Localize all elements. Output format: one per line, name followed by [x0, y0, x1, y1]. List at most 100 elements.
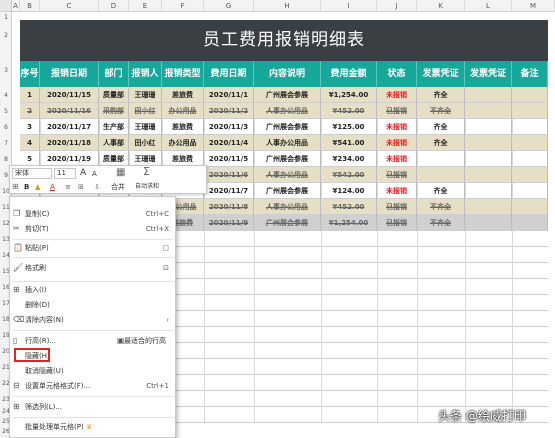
table-cell-amount[interactable]: ¥125.00 — [321, 119, 377, 135]
menu-item-delete[interactable]: 删除(D) — [10, 298, 175, 312]
table-row[interactable]: 4 2020/11/18 人事部 田小红 办公用品 2020/11/4 人事办公用品 ¥541… — [20, 135, 548, 151]
table-cell-fdate[interactable]: 2020/11/1 — [204, 87, 254, 103]
bold-button[interactable]: B — [24, 181, 29, 193]
table-cell-status[interactable]: 未报销 — [377, 183, 417, 199]
col-header-h[interactable]: H — [254, 0, 321, 12]
table-cell-status[interactable]: 未报销 — [377, 151, 417, 167]
table-cell-status[interactable]: 已报销 — [377, 199, 417, 215]
header-cell[interactable]: 报销人 — [129, 61, 162, 87]
menu-item-batch[interactable]: 批量处理单元格(P) ♛ — [10, 420, 175, 434]
font-color-icon[interactable]: A — [50, 181, 55, 193]
autosum-icon[interactable]: Σ — [143, 166, 150, 178]
table-cell-desc[interactable]: 广州展会参展 — [254, 215, 321, 231]
table-cell-status[interactable]: 已报销 — [377, 167, 417, 183]
table-cell-desc[interactable]: 广州展会参展 — [254, 119, 321, 135]
table-cell-blank1[interactable] — [465, 87, 512, 103]
table-cell-amount[interactable]: ¥124.00 — [321, 183, 377, 199]
table-cell-status[interactable]: 已报销 — [377, 103, 417, 119]
table-cell-desc[interactable]: 广州展会参展 — [254, 183, 321, 199]
header-cell[interactable]: 费用日期 — [204, 61, 254, 87]
row-header[interactable]: 3 — [0, 67, 12, 74]
row-header[interactable]: 1 — [0, 14, 12, 21]
shrink-font-button[interactable]: A — [92, 168, 97, 180]
table-cell-type[interactable]: 差旅费 — [162, 87, 204, 103]
table-cell-blank1[interactable] — [465, 199, 512, 215]
col-header-g[interactable]: G — [204, 0, 254, 12]
table-cell-no[interactable]: 3 — [20, 119, 40, 135]
merge-icon[interactable]: ▦ — [116, 167, 125, 179]
table-cell-blank1[interactable] — [465, 215, 512, 231]
table-row[interactable]: 3 2020/11/17 生产部 王珊珊 差旅费 2020/11/3 广州展会参展 ¥125.… — [20, 119, 548, 135]
sheet-title[interactable]: 员工费用报销明细表 — [20, 20, 548, 61]
menu-item-format-cells[interactable]: ⊟ 设置单元格格式(F)... Ctrl+1 — [10, 379, 175, 393]
table-cell-type[interactable]: 办公用品 — [162, 135, 204, 151]
header-cell[interactable]: 报销类型 — [162, 61, 204, 87]
menu-item-copy[interactable]: ❐ 复制(C) Ctrl+C — [10, 207, 175, 221]
table-cell-invoice[interactable] — [417, 151, 465, 167]
table-cell-amount[interactable]: ¥1,254.00 — [321, 87, 377, 103]
menu-item-filter-column[interactable]: ⊞ 筛选列(L)... — [10, 400, 175, 414]
table-cell-person[interactable]: 田小红 — [129, 135, 162, 151]
row-header[interactable]: 7 — [0, 140, 12, 147]
table-cell-invoice[interactable]: 不齐全 — [417, 199, 465, 215]
table-cell-invoice[interactable]: 不齐全 — [417, 215, 465, 231]
table-cell-date[interactable]: 2020/11/18 — [40, 135, 99, 151]
table-cell-blank1[interactable] — [465, 183, 512, 199]
table-cell-dept[interactable]: 生产部 — [99, 119, 129, 135]
table-cell-blank1[interactable] — [465, 151, 512, 167]
font-name-select[interactable]: 宋体 — [12, 168, 52, 179]
table-cell-status[interactable]: 已报销 — [377, 215, 417, 231]
table-cell-desc[interactable]: 广州展会参展 — [254, 87, 321, 103]
table-cell-blank2[interactable] — [512, 119, 548, 135]
col-header-i[interactable]: I — [321, 0, 377, 12]
table-cell-desc[interactable]: 人事办公用品 — [254, 135, 321, 151]
fill-color-icon[interactable]: ▲ — [35, 181, 40, 193]
col-header-j[interactable]: J — [377, 0, 417, 12]
table-cell-date[interactable]: 2020/11/17 — [40, 119, 99, 135]
menu-item-paste[interactable]: 📋 粘贴(P) ▢ — [10, 241, 175, 255]
table-cell-amount[interactable]: ¥541.00 — [321, 135, 377, 151]
table-cell-invoice[interactable]: 齐全 — [417, 183, 465, 199]
col-header-a[interactable]: A — [12, 0, 20, 12]
col-header-m[interactable]: M — [512, 0, 555, 12]
table-cell-fdate[interactable]: 2020/11/4 — [204, 135, 254, 151]
table-cell-fdate[interactable]: 2020/11/8 — [204, 199, 254, 215]
table-cell-fdate[interactable]: 2020/11/3 — [204, 119, 254, 135]
table-cell-date[interactable]: 2020/11/15 — [40, 87, 99, 103]
table-cell-status[interactable]: 未报销 — [377, 87, 417, 103]
table-cell-blank2[interactable] — [512, 167, 548, 183]
header-cell[interactable]: 部门 — [99, 61, 129, 87]
table-cell-fdate[interactable]: 2020/11/9 — [204, 215, 254, 231]
select-all-corner[interactable] — [0, 0, 12, 12]
align-icon[interactable]: ≡ — [65, 181, 71, 193]
table-cell-desc[interactable]: 人事办公用品 — [254, 103, 321, 119]
table-cell-invoice[interactable]: 齐全 — [417, 135, 465, 151]
table-row[interactable]: 1 2020/11/15 质量部 王珊珊 差旅费 2020/11/1 广州展会参展 ¥1,25… — [20, 87, 548, 103]
table-row[interactable]: 2 2020/11/16 采购部 田小红 办公用品 2020/11/2 人事办公用品 ¥452… — [20, 103, 548, 119]
header-cell[interactable]: 备注 — [512, 61, 548, 87]
menu-item-insert[interactable]: ⊞ 插入(I) — [10, 283, 175, 297]
merge-label[interactable]: 合并 — [111, 181, 125, 193]
menu-item-cut[interactable]: ✂ 剪切(T) Ctrl+X — [10, 222, 175, 236]
table-cell-dept[interactable]: 人事部 — [99, 135, 129, 151]
table-cell-type[interactable]: 差旅费 — [162, 119, 204, 135]
grow-font-button[interactable]: A — [80, 167, 86, 179]
table-cell-type[interactable]: 办公用品 — [162, 103, 204, 119]
menu-item-format-painter[interactable]: 🖌 格式刷 ⊡ — [10, 261, 175, 275]
col-header-b[interactable]: B — [20, 0, 40, 12]
menu-item-clear[interactable]: ⌫ 清除内容(N) › — [10, 313, 175, 327]
table-cell-blank2[interactable] — [512, 199, 548, 215]
table-cell-blank2[interactable] — [512, 103, 548, 119]
row-header[interactable]: 8 — [0, 156, 12, 163]
header-cell[interactable]: 序号 — [20, 61, 40, 87]
header-cell[interactable]: 报销日期 — [40, 61, 99, 87]
table-cell-date[interactable]: 2020/11/16 — [40, 103, 99, 119]
row-header[interactable]: 4 — [0, 92, 12, 99]
table-cell-fdate[interactable]: 2020/11/7 — [204, 183, 254, 199]
table-cell-blank2[interactable] — [512, 87, 548, 103]
header-cell[interactable]: 内容说明 — [254, 61, 321, 87]
table-cell-desc[interactable]: 人事办公用品 — [254, 199, 321, 215]
fill-down-icon[interactable]: ⇩ — [94, 181, 100, 193]
table-cell-blank1[interactable] — [465, 103, 512, 119]
menu-item-unhide[interactable]: 取消隐藏(U) — [10, 364, 175, 378]
